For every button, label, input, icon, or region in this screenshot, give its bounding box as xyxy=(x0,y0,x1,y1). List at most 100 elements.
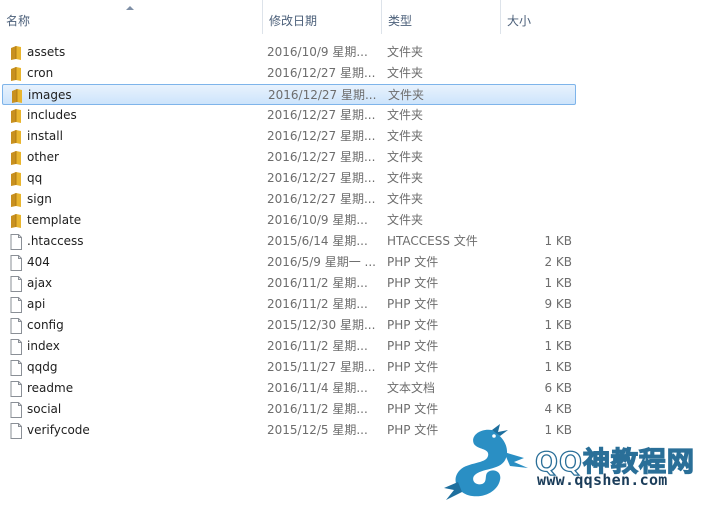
file-type: PHP 文件 xyxy=(387,297,439,311)
file-type: 文件夹 xyxy=(387,66,424,80)
file-type: PHP 文件 xyxy=(387,339,439,353)
folder-row[interactable]: assets 2016/10/9 星期... 文件夹 xyxy=(2,42,576,63)
file-row[interactable]: ajax 2016/11/2 星期... PHP 文件 1 KB xyxy=(2,273,576,294)
file-size: 6 KB xyxy=(544,381,572,395)
file-name: cron xyxy=(27,66,54,80)
file-date: 2016/11/4 星期... xyxy=(267,381,368,395)
file-name: sign xyxy=(27,192,52,206)
file-size: 2 KB xyxy=(544,255,572,269)
file-size: 1 KB xyxy=(544,234,572,248)
folder-row[interactable]: sign 2016/12/27 星期... 文件夹 xyxy=(2,189,576,210)
file-row[interactable]: .htaccess 2015/6/14 星期... HTACCESS 文件 1 KB xyxy=(2,231,576,252)
file-size: 1 KB xyxy=(544,339,572,353)
document-icon xyxy=(9,381,23,397)
file-date: 2016/11/2 星期... xyxy=(267,276,368,290)
file-row[interactable]: social 2016/11/2 星期... PHP 文件 4 KB xyxy=(2,399,576,420)
file-type: 文本文档 xyxy=(387,381,436,395)
file-row[interactable]: 404 2016/5/9 星期一 ... PHP 文件 2 KB xyxy=(2,252,576,273)
column-header-type[interactable]: 类型 xyxy=(381,0,500,34)
file-date: 2016/12/27 星期... xyxy=(267,150,376,164)
file-date: 2015/11/27 星期... xyxy=(267,360,376,374)
file-name: readme xyxy=(27,381,74,395)
dragon-logo-icon xyxy=(444,424,528,500)
file-row[interactable]: index 2016/11/2 星期... PHP 文件 1 KB xyxy=(2,336,576,357)
folder-row[interactable]: images 2016/12/27 星期... 文件夹 xyxy=(2,84,576,105)
folder-icon xyxy=(9,66,23,82)
file-date: 2016/10/9 星期... xyxy=(267,45,368,59)
file-name: assets xyxy=(27,45,66,59)
file-type: PHP 文件 xyxy=(387,255,439,269)
folder-row[interactable]: other 2016/12/27 星期... 文件夹 xyxy=(2,147,576,168)
file-size: 1 KB xyxy=(544,360,572,374)
file-date: 2016/11/2 星期... xyxy=(267,402,368,416)
folder-row[interactable]: qq 2016/12/27 星期... 文件夹 xyxy=(2,168,576,189)
folder-row[interactable]: cron 2016/12/27 星期... 文件夹 xyxy=(2,63,576,84)
document-icon xyxy=(9,276,23,292)
file-size xyxy=(497,42,572,63)
folder-row[interactable]: includes 2016/12/27 星期... 文件夹 xyxy=(2,105,576,126)
file-name: 404 xyxy=(27,255,50,269)
column-header-size[interactable]: 大小 xyxy=(500,0,580,34)
file-type: PHP 文件 xyxy=(387,360,439,374)
file-size: 4 KB xyxy=(544,402,572,416)
folder-icon xyxy=(9,213,23,229)
file-size xyxy=(497,105,572,126)
document-icon xyxy=(9,423,23,439)
file-date: 2016/12/27 星期... xyxy=(267,66,376,80)
file-date: 2016/12/27 星期... xyxy=(267,192,376,206)
file-name: config xyxy=(27,318,64,332)
folder-icon xyxy=(9,192,23,208)
file-date: 2016/12/27 星期... xyxy=(267,171,376,185)
file-size xyxy=(497,126,572,147)
file-type: 文件夹 xyxy=(387,108,424,122)
document-icon xyxy=(9,318,23,334)
folder-row[interactable]: install 2016/12/27 星期... 文件夹 xyxy=(2,126,576,147)
file-type: 文件夹 xyxy=(387,171,424,185)
file-date: 2016/11/2 星期... xyxy=(267,339,368,353)
watermark-url: www.qqshen.com xyxy=(537,471,668,489)
document-icon xyxy=(9,297,23,313)
file-type: PHP 文件 xyxy=(387,276,439,290)
folder-icon xyxy=(10,88,24,104)
file-type: 文件夹 xyxy=(387,192,424,206)
file-row[interactable]: config 2015/12/30 星期... PHP 文件 1 KB xyxy=(2,315,576,336)
file-name: qqdg xyxy=(27,360,58,374)
folder-row[interactable]: template 2016/10/9 星期... 文件夹 xyxy=(2,210,576,231)
file-type: HTACCESS 文件 xyxy=(387,234,478,248)
file-name: verifycode xyxy=(27,423,90,437)
file-name: ajax xyxy=(27,276,53,290)
file-type: 文件夹 xyxy=(388,88,425,102)
file-date: 2016/10/9 星期... xyxy=(267,213,368,227)
document-icon xyxy=(9,339,23,355)
file-row[interactable]: readme 2016/11/4 星期... 文本文档 6 KB xyxy=(2,378,576,399)
file-date: 2015/12/30 星期... xyxy=(267,318,376,332)
file-name: images xyxy=(28,88,72,102)
file-type: PHP 文件 xyxy=(387,318,439,332)
folder-icon xyxy=(9,108,23,124)
file-row[interactable]: qqdg 2015/11/27 星期... PHP 文件 1 KB xyxy=(2,357,576,378)
file-type: 文件夹 xyxy=(387,150,424,164)
file-date: 2016/5/9 星期一 ... xyxy=(267,255,376,269)
file-size xyxy=(497,168,572,189)
column-header-name[interactable]: 名称 xyxy=(0,0,262,34)
file-size xyxy=(497,63,572,84)
file-row[interactable]: api 2016/11/2 星期... PHP 文件 9 KB xyxy=(2,294,576,315)
file-date: 2016/12/27 星期... xyxy=(267,129,376,143)
file-type: 文件夹 xyxy=(387,129,424,143)
file-name: api xyxy=(27,297,46,311)
column-header-date[interactable]: 修改日期 xyxy=(262,0,381,34)
file-date: 2015/6/14 星期... xyxy=(267,234,368,248)
file-size xyxy=(497,189,572,210)
file-date: 2015/12/5 星期... xyxy=(267,423,368,437)
document-icon xyxy=(9,255,23,271)
file-type: 文件夹 xyxy=(387,45,424,59)
document-icon xyxy=(9,360,23,376)
file-name: qq xyxy=(27,171,43,185)
file-date: 2016/12/27 星期... xyxy=(267,108,376,122)
file-type: PHP 文件 xyxy=(387,402,439,416)
file-size: 9 KB xyxy=(544,297,572,311)
file-name: other xyxy=(27,150,59,164)
file-date: 2016/12/27 星期... xyxy=(268,88,377,102)
folder-icon xyxy=(9,129,23,145)
file-size xyxy=(498,85,573,106)
